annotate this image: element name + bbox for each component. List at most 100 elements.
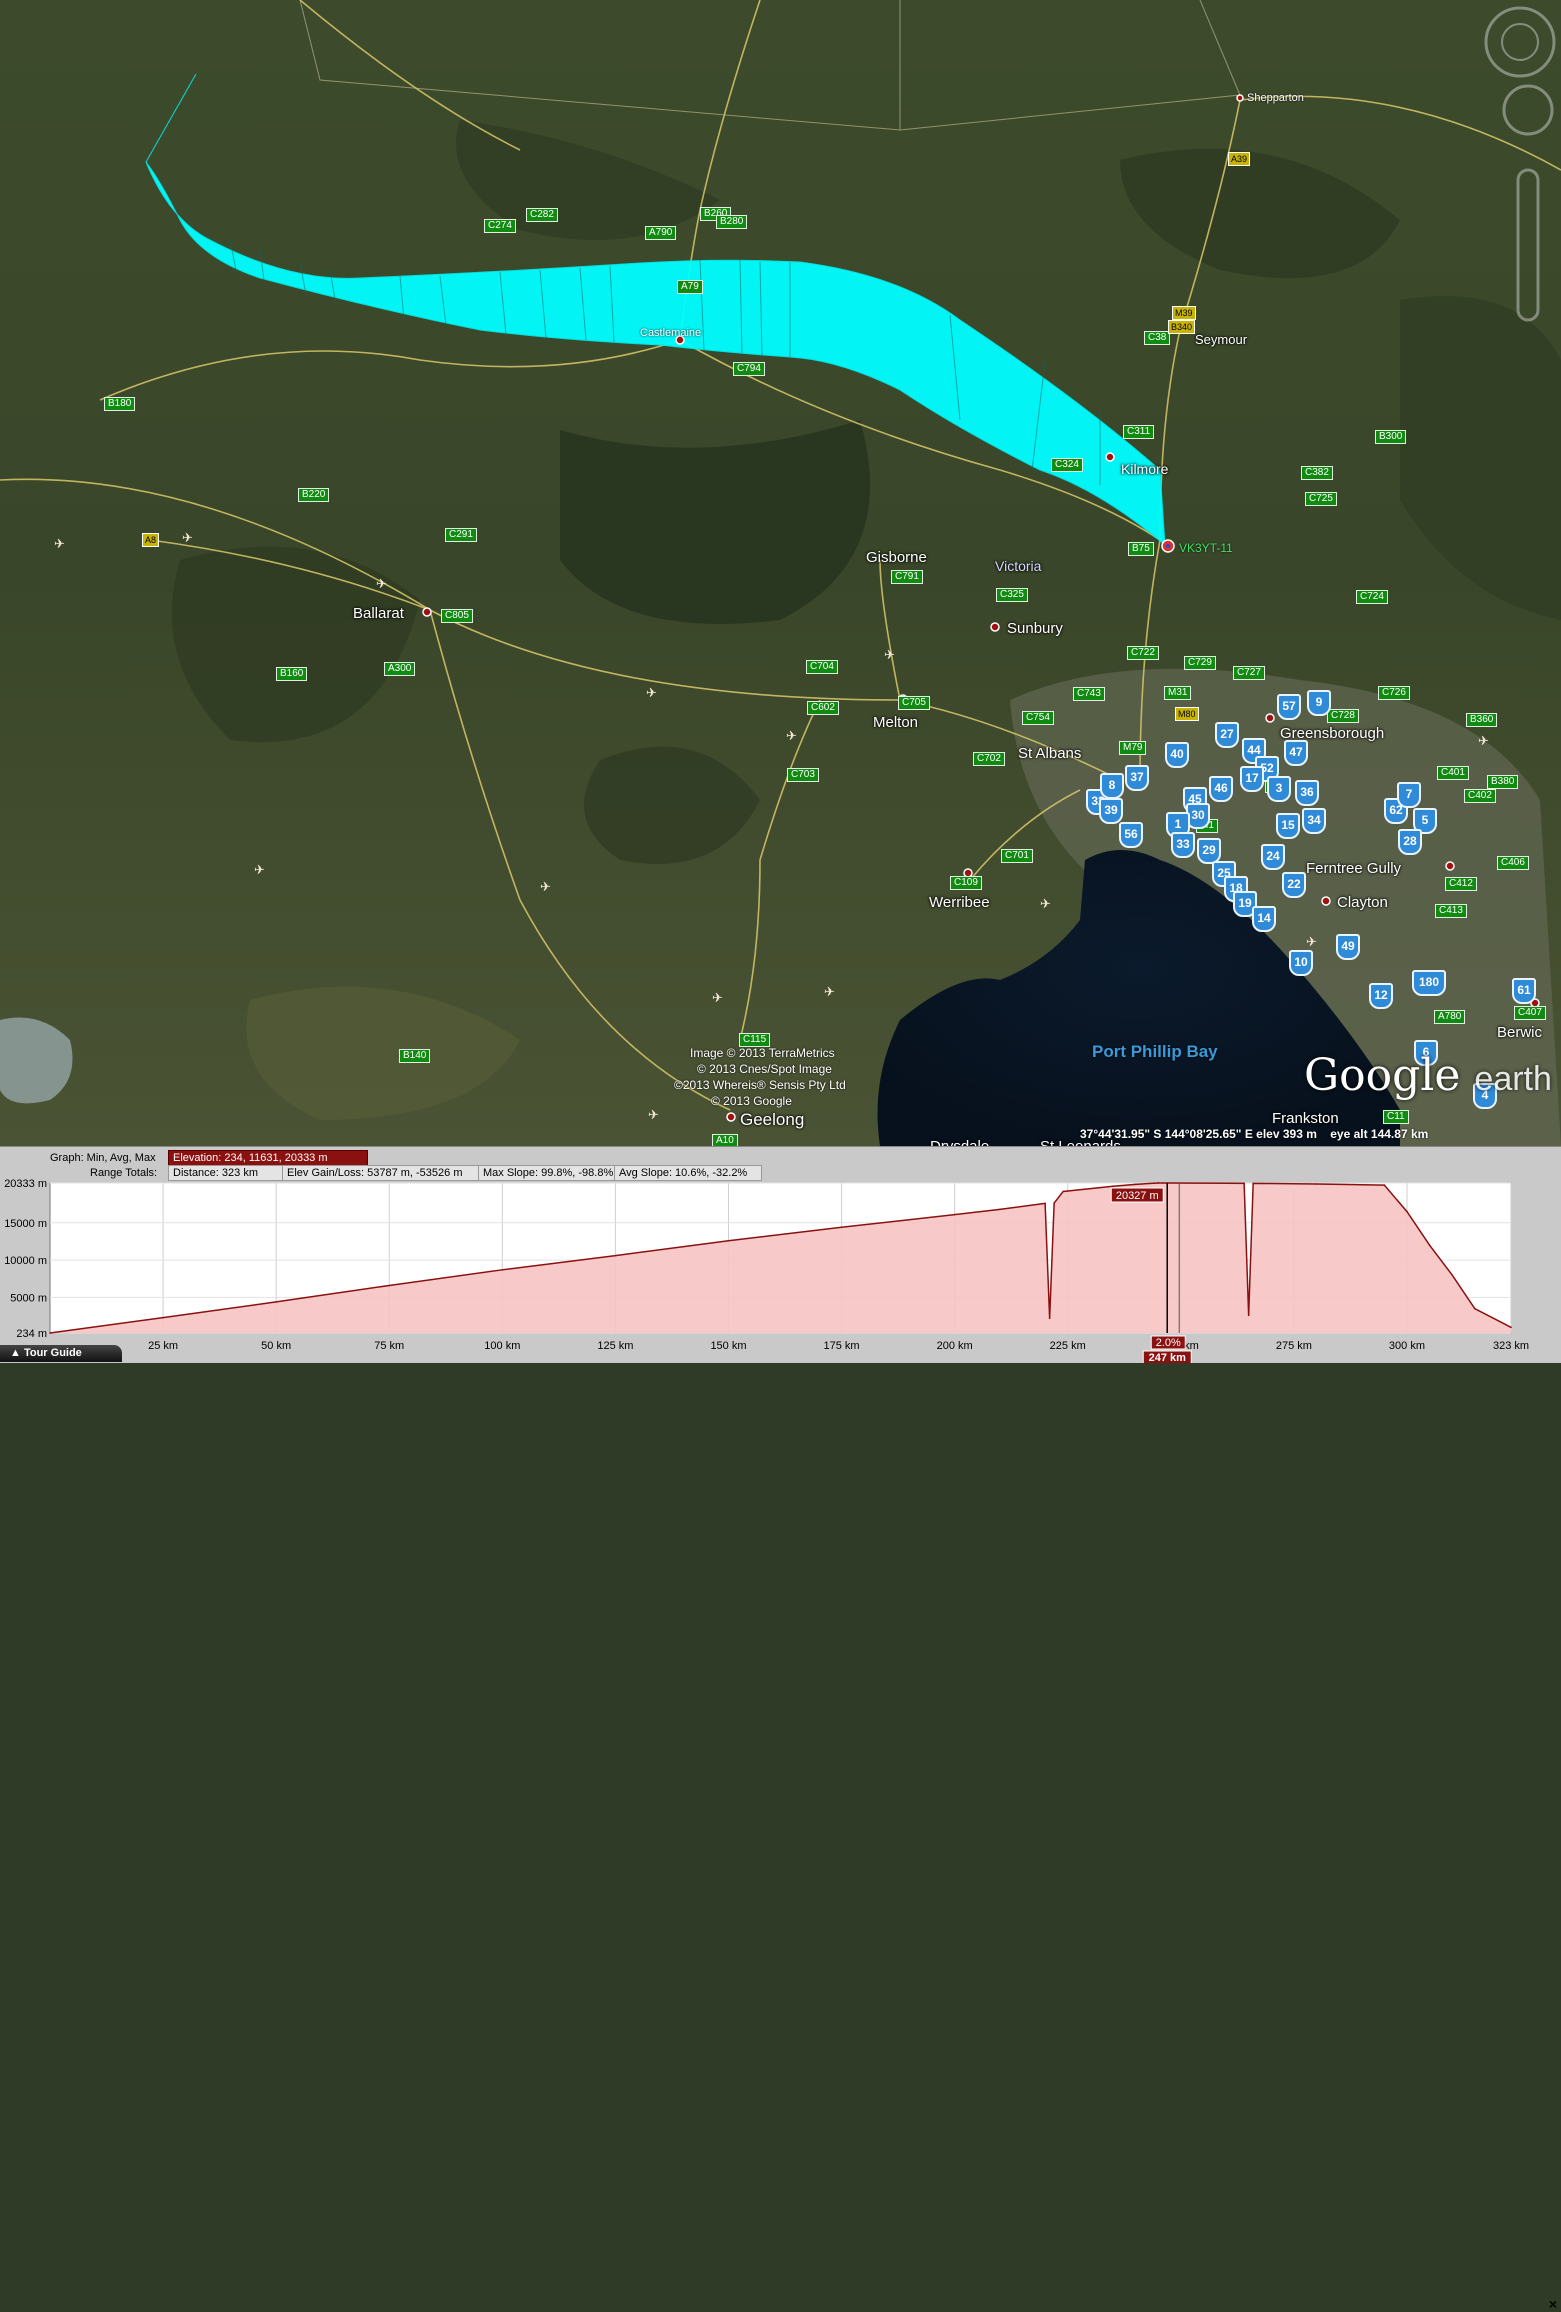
poi-marker[interactable]: 180 xyxy=(1412,970,1446,996)
road-shield: C11 xyxy=(1383,1110,1409,1124)
satellite-terrain: ✈ ✈ ✈ ✈ ✈ ✈ ✈ ✈ ✈ ✈ ✈ ✈ ✈ ✈ xyxy=(0,0,1561,1146)
poi-marker[interactable]: 34 xyxy=(1302,808,1326,834)
svg-text:✈: ✈ xyxy=(376,577,387,592)
town-label: Sunbury xyxy=(1007,620,1063,637)
road-shield: C602 xyxy=(807,701,839,715)
poi-marker[interactable]: 56 xyxy=(1119,822,1143,848)
road-shield: C109 xyxy=(950,876,982,890)
map-view[interactable]: ✈ ✈ ✈ ✈ ✈ ✈ ✈ ✈ ✈ ✈ ✈ ✈ ✈ ✈ Shepparton Castlemain… xyxy=(0,0,1561,1146)
data-point xyxy=(49,1332,51,1334)
poi-marker[interactable]: 46 xyxy=(1209,776,1233,802)
road-shield: B360 xyxy=(1466,713,1498,727)
road-shield: B75 xyxy=(1128,542,1154,556)
poi-marker[interactable]: 27 xyxy=(1215,722,1239,748)
data-point xyxy=(1225,1182,1227,1185)
road-shield: C115 xyxy=(739,1033,771,1047)
data-point xyxy=(727,1239,730,1242)
poi-marker[interactable]: 28 xyxy=(1398,829,1422,855)
poi-marker[interactable]: 24 xyxy=(1261,844,1285,870)
poi-marker[interactable]: 49 xyxy=(1336,934,1360,960)
road-shield: C324 xyxy=(1051,458,1083,472)
poi-marker[interactable]: 36 xyxy=(1295,780,1319,806)
road-shield: C311 xyxy=(1123,425,1155,439)
road-shield: C402 xyxy=(1464,789,1496,803)
status-bar: 37°44'31.95" S 144°08'25.65" E elev 393 … xyxy=(1080,1127,1428,1141)
road-shield: C729 xyxy=(1184,656,1216,670)
data-point xyxy=(1161,1182,1164,1184)
town-label: St Albans xyxy=(1018,745,1082,762)
town-label: Drysdale xyxy=(930,1138,989,1146)
poi-marker[interactable]: 8 xyxy=(1100,773,1124,799)
data-point xyxy=(1474,1307,1476,1310)
data-point xyxy=(1510,1326,1512,1329)
town-label: Clayton xyxy=(1337,894,1388,911)
road-shield: C282 xyxy=(526,208,558,222)
poi-marker[interactable]: 22 xyxy=(1282,872,1306,898)
road-shield: C274 xyxy=(484,219,516,233)
tracker-label[interactable]: VK3YT-11 xyxy=(1179,541,1233,555)
svg-text:✈: ✈ xyxy=(1478,734,1489,749)
town-label: Gisborne xyxy=(866,549,927,566)
data-point xyxy=(1157,1182,1159,1184)
poi-marker[interactable]: 9 xyxy=(1307,690,1331,716)
poi-marker[interactable]: 10 xyxy=(1289,950,1313,976)
poi-marker[interactable]: 47 xyxy=(1284,740,1308,766)
y-tick-label: 10000 m xyxy=(4,1255,47,1267)
data-point xyxy=(1044,1202,1046,1205)
data-point xyxy=(1383,1184,1386,1186)
tracker-icon[interactable] xyxy=(1161,539,1175,553)
town-label: Victoria xyxy=(995,558,1042,574)
road-shield: C791 xyxy=(891,570,923,584)
close-graph-button[interactable]: × xyxy=(1549,2296,1557,2312)
svg-text:✈: ✈ xyxy=(884,648,895,663)
road-shield: B180 xyxy=(104,397,136,411)
poi-marker[interactable]: 14 xyxy=(1252,906,1276,932)
tour-guide-button[interactable]: ▲ Tour Guide xyxy=(0,1345,122,1362)
logo-main: Google xyxy=(1304,1050,1461,1101)
poi-marker[interactable]: 3 xyxy=(1267,776,1291,802)
road-shield: C382 xyxy=(1301,466,1333,480)
x-tick-label: 150 km xyxy=(710,1340,746,1352)
eye-altitude-readout: eye alt 144.87 km xyxy=(1330,1127,1429,1141)
y-tick-label: 20333 m xyxy=(4,1178,47,1190)
road-shield: A790 xyxy=(645,226,677,240)
poi-marker[interactable]: 33 xyxy=(1171,832,1195,858)
x-tick-label: 175 km xyxy=(824,1340,860,1352)
poi-marker[interactable]: 12 xyxy=(1369,983,1393,1009)
town-label: Seymour xyxy=(1195,332,1248,347)
imagery-credit: © 2013 Google xyxy=(711,1094,792,1108)
town-label: Castlemaine xyxy=(640,327,702,339)
road-shield: C702 xyxy=(973,752,1005,766)
poi-marker[interactable]: 39 xyxy=(1099,798,1123,824)
road-shield: A300 xyxy=(384,662,416,676)
road-shield: C413 xyxy=(1435,904,1467,918)
poi-marker[interactable]: 57 xyxy=(1277,694,1301,720)
cursor-value: 20327 m xyxy=(1116,1190,1159,1202)
logo-suffix: earth xyxy=(1474,1060,1552,1098)
poi-marker[interactable]: 40 xyxy=(1165,742,1189,768)
x-tick-label: 50 km xyxy=(261,1340,291,1352)
poi-marker[interactable]: 61 xyxy=(1512,978,1536,1004)
poi-marker[interactable]: 37 xyxy=(1125,765,1149,791)
road-shield: B160 xyxy=(276,667,308,681)
road-shield: C407 xyxy=(1514,1006,1546,1020)
x-tick-label: 200 km xyxy=(937,1340,973,1352)
road-shield: C805 xyxy=(441,609,473,623)
road-shield: C291 xyxy=(445,528,477,542)
svg-text:✈: ✈ xyxy=(1306,935,1317,950)
town-label: Werribee xyxy=(929,894,990,911)
poi-marker[interactable]: 7 xyxy=(1397,782,1421,808)
svg-text:✈: ✈ xyxy=(254,863,265,878)
road-shield: C406 xyxy=(1497,856,1529,870)
elevation-chart[interactable]: 25 km 50 km 75 km 100 km 125 km 150 km 175 km 2… xyxy=(0,1147,1561,1363)
imagery-credit: Image © 2013 TerraMetrics xyxy=(690,1046,835,1060)
data-point xyxy=(275,1301,277,1303)
elevation-profile-panel: Graph: Min, Avg, Max Elevation: 234, 116… xyxy=(0,1146,1561,2312)
svg-text:✈: ✈ xyxy=(182,531,193,546)
road-shield: C726 xyxy=(1378,686,1410,700)
poi-marker[interactable]: 17 xyxy=(1240,766,1264,792)
town-label: Frankston xyxy=(1272,1110,1339,1127)
poi-marker[interactable]: 15 xyxy=(1276,813,1300,839)
road-shield: C325 xyxy=(996,588,1028,602)
x-tick-label: 300 km xyxy=(1389,1340,1425,1352)
